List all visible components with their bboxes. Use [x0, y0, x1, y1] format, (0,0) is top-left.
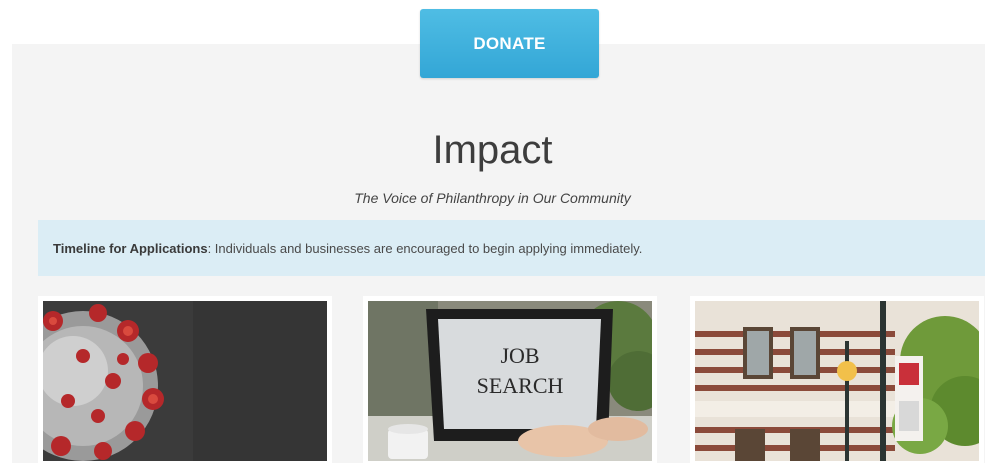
page-subtitle: The Voice of Philanthropy in Our Communi…	[354, 190, 631, 206]
page-title: Impact	[432, 128, 553, 172]
impact-card-job-search[interactable]: JOB SEARCH	[363, 296, 657, 463]
main-street-building-image[interactable]	[695, 301, 979, 461]
coronavirus-image[interactable]	[43, 301, 327, 461]
donate-button-label: DONATE	[473, 33, 546, 53]
donate-button[interactable]: DONATE	[420, 9, 599, 78]
laptop-screen-text-search: SEARCH	[477, 373, 564, 398]
page: DONATE Impact The Voice of Philanthropy …	[0, 0, 985, 463]
impact-card-covid[interactable]	[38, 296, 332, 463]
notice-label: Timeline for Applications	[53, 240, 208, 256]
notice-text: : Individuals and businesses are encoura…	[207, 240, 643, 256]
impact-card-main-street[interactable]	[690, 296, 984, 463]
application-timeline-notice: Timeline for Applications: Individuals a…	[38, 220, 985, 276]
job-search-laptop-image[interactable]: JOB SEARCH	[368, 301, 652, 461]
laptop-screen-text-job: JOB	[500, 343, 539, 368]
